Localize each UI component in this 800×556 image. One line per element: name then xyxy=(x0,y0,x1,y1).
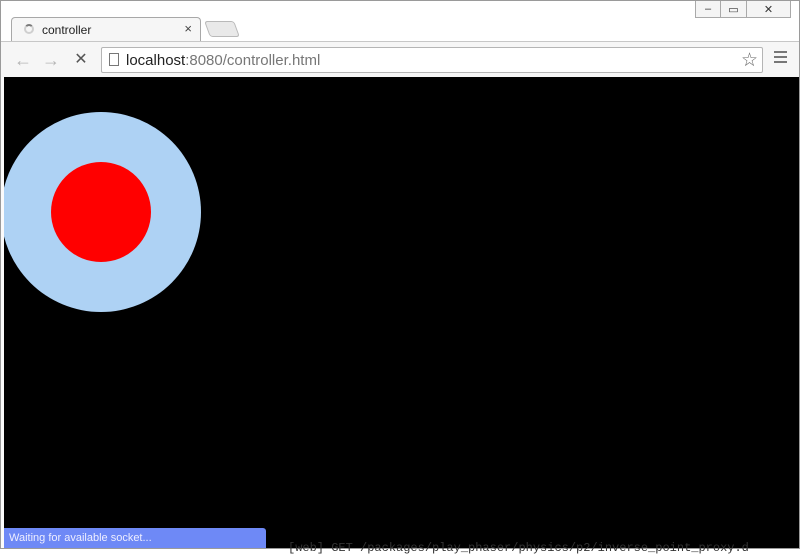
joystick-knob[interactable] xyxy=(51,162,151,262)
background-console-text: [web] GET /packages/play_phaser/physics/… xyxy=(288,541,749,555)
minimize-button[interactable]: ‒ xyxy=(695,1,721,18)
tab-close-icon[interactable]: × xyxy=(184,21,192,36)
url-text[interactable]: localhost:8080/controller.html xyxy=(126,52,320,69)
joystick-svg xyxy=(4,112,201,312)
url-path: :8080/controller.html xyxy=(185,52,321,69)
browser-window: controller × ‒ ▭ ✕ ← → ✕ localhost:8080/… xyxy=(0,0,800,549)
loading-spinner-icon xyxy=(24,24,34,34)
maximize-button[interactable]: ▭ xyxy=(721,1,747,18)
bookmark-star-icon[interactable]: ☆ xyxy=(741,49,758,72)
url-host: localhost xyxy=(126,52,186,69)
page-canvas[interactable] xyxy=(4,77,799,548)
back-button[interactable]: ← xyxy=(13,50,33,70)
tab-controller[interactable]: controller × xyxy=(11,17,201,41)
window-controls: ‒ ▭ ✕ xyxy=(695,1,791,19)
stop-button[interactable]: ✕ xyxy=(71,50,91,70)
tab-title: controller xyxy=(42,23,92,37)
menu-icon[interactable] xyxy=(774,51,787,66)
forward-button[interactable]: → xyxy=(41,50,61,70)
close-window-button[interactable]: ✕ xyxy=(747,1,791,18)
status-bubble: Waiting for available socket... xyxy=(4,528,266,548)
new-tab-button[interactable] xyxy=(204,21,240,37)
page-icon xyxy=(109,53,119,66)
navigation-toolbar: ← → ✕ localhost:8080/controller.html ☆ xyxy=(1,41,799,77)
address-bar[interactable]: localhost:8080/controller.html ☆ xyxy=(101,47,763,73)
title-bar: controller × ‒ ▭ ✕ xyxy=(1,1,799,41)
